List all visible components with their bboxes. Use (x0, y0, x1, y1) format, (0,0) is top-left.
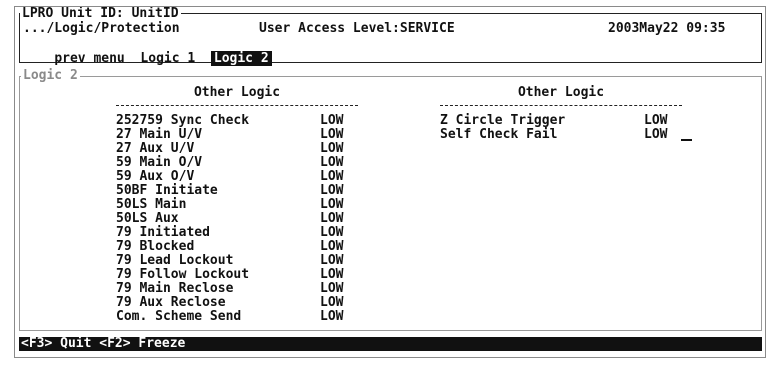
terminal-screen: LPRO Unit ID: UnitID .../Logic/Protectio… (14, 6, 766, 358)
breadcrumb: .../Logic/Protection (23, 21, 180, 36)
logic-row: Com. Scheme Send LOW (116, 309, 344, 324)
menu-logic1[interactable]: Logic 1 (140, 51, 195, 66)
right-column-header: Other Logic (517, 85, 605, 100)
menu-prev[interactable]: prev menu (54, 51, 124, 66)
left-column-header: Other Logic (193, 85, 281, 100)
menu-logic2[interactable]: Logic 2 (210, 51, 272, 66)
right-column-divider (440, 105, 682, 106)
logic-row: 27 Main U/V LOW (116, 127, 344, 142)
logic-row: 59 Main O/V LOW (116, 155, 344, 170)
logic-row: 79 Main Reclose LOW (116, 281, 344, 296)
left-column-divider (116, 105, 358, 106)
text-cursor (681, 139, 692, 141)
datetime: 2003May22 09:35 (608, 21, 726, 36)
logic-row: 50LS Aux LOW (116, 211, 344, 226)
logic-row: 252759 Sync Check LOW (116, 113, 344, 128)
panel-title: Logic 2 (21, 68, 80, 83)
logic-row: 79 Blocked LOW (116, 239, 344, 254)
logic-row: Self Check Fail LOW (440, 128, 720, 142)
access-level: User Access Level:SERVICE (259, 21, 455, 36)
logic-row: 50BF Initiate LOW (116, 183, 344, 198)
logic-row: 27 Aux U/V LOW (116, 141, 344, 156)
logic-row: 79 Lead Lockout LOW (116, 253, 344, 268)
logic-row: 79 Aux Reclose LOW (116, 295, 344, 310)
logic-row: Z Circle Trigger LOW (440, 113, 668, 128)
logic-row: 50LS Main LOW (116, 197, 344, 212)
unit-title: LPRO Unit ID: UnitID (20, 6, 181, 21)
logic-row: 79 Initiated LOW (116, 225, 344, 240)
function-key-bar[interactable]: <F3> Quit <F2> Freeze (19, 337, 762, 351)
logic-row: 79 Follow Lockout LOW (116, 267, 344, 282)
logic-row: 59 Aux O/V LOW (116, 169, 344, 184)
